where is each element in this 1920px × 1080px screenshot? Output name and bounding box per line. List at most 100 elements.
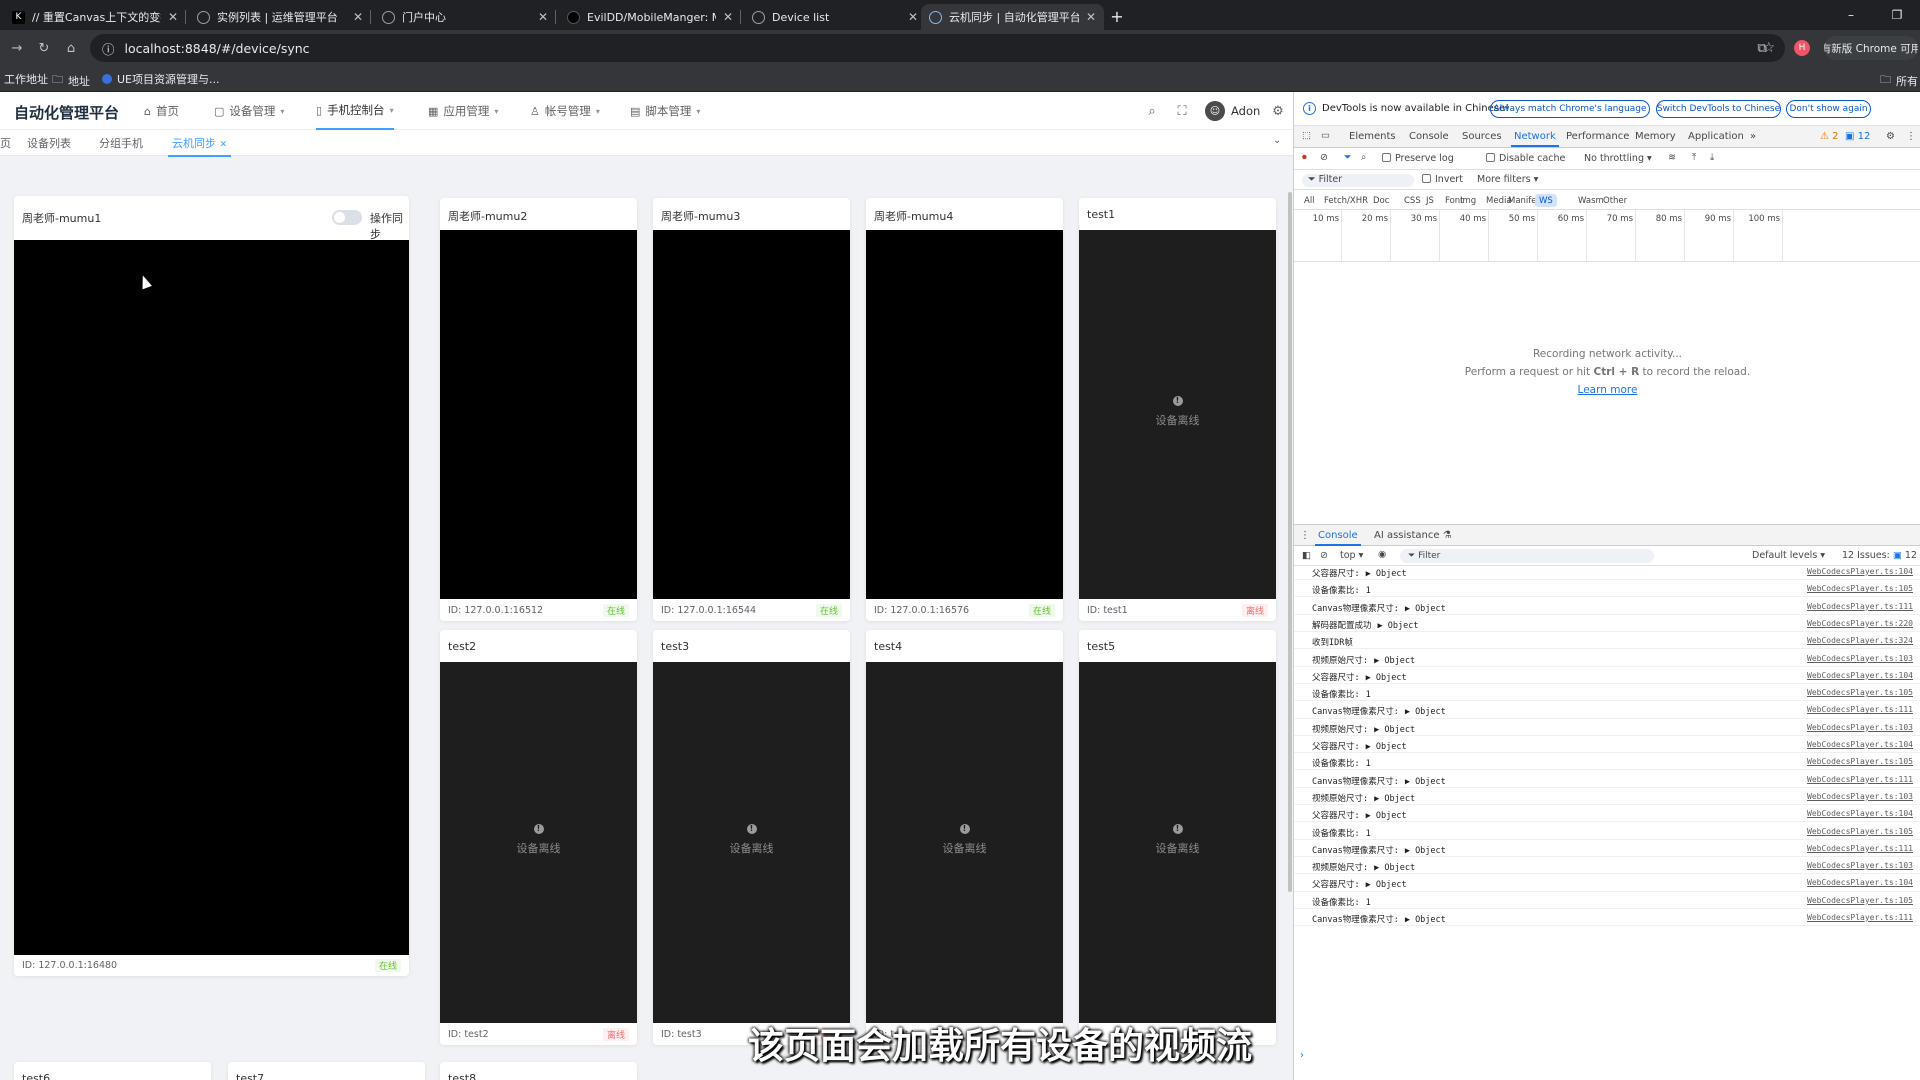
filter-chip[interactable]: Fetch/XHR <box>1320 194 1372 207</box>
context-select[interactable]: top ▾ <box>1340 550 1363 561</box>
log-object[interactable]: ▶ Object <box>1405 846 1446 856</box>
log-object[interactable]: 1 <box>1366 898 1371 908</box>
fullscreen-icon[interactable]: ⛶ <box>1174 103 1190 119</box>
preserve-log-checkbox[interactable]: Preserve log <box>1382 153 1454 164</box>
filter-chip[interactable]: All <box>1300 194 1319 207</box>
log-levels-select[interactable]: Default levels ▾ <box>1752 550 1825 561</box>
log-object[interactable]: ▶ Object <box>1366 569 1407 579</box>
log-source-link[interactable]: WebCodecsPlayer.ts:103 <box>1807 654 1913 663</box>
disable-cache-checkbox[interactable]: Disable cache <box>1486 153 1565 164</box>
device-screen[interactable]: ! 设备离线 <box>1079 662 1276 1023</box>
filter-funnel-icon[interactable]: ⏷ <box>1344 152 1352 163</box>
log-object[interactable]: ▶ Object <box>1366 880 1407 890</box>
browser-tab[interactable]: EvilDD/MobileManger: Mobi ✕ <box>559 4 741 30</box>
log-source-link[interactable]: WebCodecsPlayer.ts:105 <box>1807 896 1913 905</box>
log-source-link[interactable]: WebCodecsPlayer.ts:104 <box>1807 671 1913 680</box>
tab-close-icon[interactable]: ✕ <box>1086 10 1096 24</box>
log-object[interactable]: 1 <box>1366 690 1371 700</box>
browser-tab[interactable]: K // 重置Canvas上下文的变换 if ✕ <box>4 4 186 30</box>
filter-chip[interactable]: Img <box>1456 194 1480 207</box>
search-icon[interactable]: ⌕ <box>1144 103 1160 119</box>
log-source-link[interactable]: WebCodecsPlayer.ts:111 <box>1807 913 1913 922</box>
tab-sources[interactable]: Sources <box>1462 131 1502 142</box>
log-object[interactable]: ▶ Object <box>1405 915 1446 925</box>
log-object[interactable]: 1 <box>1366 586 1371 596</box>
log-object[interactable]: ▶ Object <box>1374 656 1415 666</box>
avatar[interactable]: ☺ <box>1205 101 1225 121</box>
profile-avatar-icon[interactable]: H <box>1794 40 1810 56</box>
log-object[interactable]: 1 <box>1366 829 1371 839</box>
log-object[interactable]: ▶ Object <box>1374 863 1415 873</box>
log-object[interactable]: ▶ Object <box>1366 673 1407 683</box>
device-screen[interactable]: ! 设备离线 <box>866 662 1063 1023</box>
tag-group-phones[interactable]: 分组手机 <box>99 135 143 151</box>
menu-app-management[interactable]: ▦ 应用管理 ▾ <box>428 92 498 130</box>
tab-network[interactable]: Network <box>1511 131 1559 147</box>
menu-home[interactable]: ⌂ 首页 <box>144 92 179 130</box>
log-source-link[interactable]: WebCodecsPlayer.ts:105 <box>1807 827 1913 836</box>
log-source-link[interactable]: WebCodecsPlayer.ts:104 <box>1807 809 1913 818</box>
browser-tab[interactable]: Device list ✕ <box>744 4 926 30</box>
filter-chip[interactable]: WS <box>1535 194 1557 207</box>
address-bar[interactable]: ⓘ localhost:8848/#/device/sync ☆ <box>90 34 1785 62</box>
device-screen[interactable] <box>866 230 1063 599</box>
site-info-icon[interactable]: ⓘ <box>102 39 115 58</box>
scrollbar-thumb[interactable] <box>1288 192 1292 892</box>
log-object[interactable]: ▶ Object <box>1374 794 1415 804</box>
device-toolbar-icon[interactable]: ▭ <box>1321 130 1330 141</box>
tab-application[interactable]: Application <box>1688 131 1744 142</box>
log-source-link[interactable]: WebCodecsPlayer.ts:111 <box>1807 602 1913 611</box>
chrome-update-button[interactable]: 有新版 Chrome 可用 <box>1824 36 1918 60</box>
clear-console-icon[interactable]: ⊘ <box>1320 550 1328 561</box>
gear-icon[interactable]: ⚙ <box>1886 131 1895 142</box>
console-prompt-icon[interactable]: › <box>1300 1050 1304 1061</box>
log-object[interactable]: ▶ Object <box>1374 725 1415 735</box>
more-tabs-icon[interactable]: » <box>1750 131 1756 142</box>
log-source-link[interactable]: WebCodecsPlayer.ts:111 <box>1807 844 1913 853</box>
tab-close-icon[interactable]: ✕ <box>723 10 733 24</box>
new-tab-button[interactable]: + <box>1107 6 1127 26</box>
gear-icon[interactable]: ⚙ <box>1270 103 1286 119</box>
throttling-select[interactable]: No throttling ▾ <box>1584 153 1652 164</box>
log-source-link[interactable]: WebCodecsPlayer.ts:111 <box>1807 705 1913 714</box>
filter-chip[interactable]: Doc <box>1369 194 1393 207</box>
tab-close-icon[interactable]: ✕ <box>353 10 363 24</box>
browser-tab[interactable]: 实例列表 | 运维管理平台 ✕ <box>189 4 371 30</box>
log-object[interactable]: 1 <box>1366 759 1371 769</box>
log-source-link[interactable]: WebCodecsPlayer.ts:105 <box>1807 688 1913 697</box>
log-source-link[interactable]: WebCodecsPlayer.ts:111 <box>1807 775 1913 784</box>
bookmark-item[interactable]: UE项目资源管理与... <box>102 71 220 87</box>
log-object[interactable]: ▶ Object <box>1405 777 1446 787</box>
menu-device-management[interactable]: ▢ 设备管理 ▾ <box>214 92 284 130</box>
log-object[interactable]: ▶ Object <box>1366 811 1407 821</box>
log-source-link[interactable]: WebCodecsPlayer.ts:220 <box>1807 619 1913 628</box>
menu-script-management[interactable]: ▤ 脚本管理 ▾ <box>630 92 700 130</box>
export-har-icon[interactable]: ⤓ <box>1710 152 1714 163</box>
minimize-icon[interactable]: – <box>1828 0 1874 30</box>
drawer-tab-console[interactable]: Console <box>1315 530 1361 546</box>
log-object[interactable]: ▶ Object <box>1366 742 1407 752</box>
tab-close-icon[interactable]: ✕ <box>538 10 548 24</box>
tag-cloud-sync[interactable]: 云机同步 ✕ <box>167 135 232 157</box>
drawer-tab-ai-assistance[interactable]: AI assistance ⚗ <box>1374 530 1452 541</box>
log-source-link[interactable]: WebCodecsPlayer.ts:103 <box>1807 723 1913 732</box>
drawer-menu-icon[interactable]: ⋮ <box>1300 530 1310 541</box>
tab-close-icon[interactable]: ✕ <box>908 10 918 24</box>
filter-chip[interactable]: Other <box>1599 194 1631 207</box>
learn-more-link[interactable]: Learn more <box>1294 384 1920 396</box>
back-icon[interactable]: → <box>8 39 26 57</box>
all-bookmarks[interactable]: 🗀 所有 <box>1880 71 1918 90</box>
menu-account-management[interactable]: ♙ 帐号管理 ▾ <box>530 92 600 130</box>
bookmark-folder[interactable]: 🗀 地址 <box>52 71 90 90</box>
menu-phone-console[interactable]: ▯ 手机控制台 ▾ <box>316 92 394 130</box>
extensions-icon[interactable]: ⧉ <box>1753 39 1771 57</box>
eye-icon[interactable]: ◉ <box>1378 549 1386 560</box>
device-screen[interactable] <box>440 230 637 599</box>
log-source-link[interactable]: WebCodecsPlayer.ts:103 <box>1807 861 1913 870</box>
issues-icon[interactable]: ▣ 12 <box>1845 131 1870 142</box>
tag-device-list[interactable]: 设备列表 <box>27 135 71 151</box>
tab-console[interactable]: Console <box>1409 131 1449 142</box>
device-screen[interactable] <box>14 240 409 955</box>
device-screen[interactable] <box>653 230 850 599</box>
log-source-link[interactable]: WebCodecsPlayer.ts:104 <box>1807 567 1913 576</box>
